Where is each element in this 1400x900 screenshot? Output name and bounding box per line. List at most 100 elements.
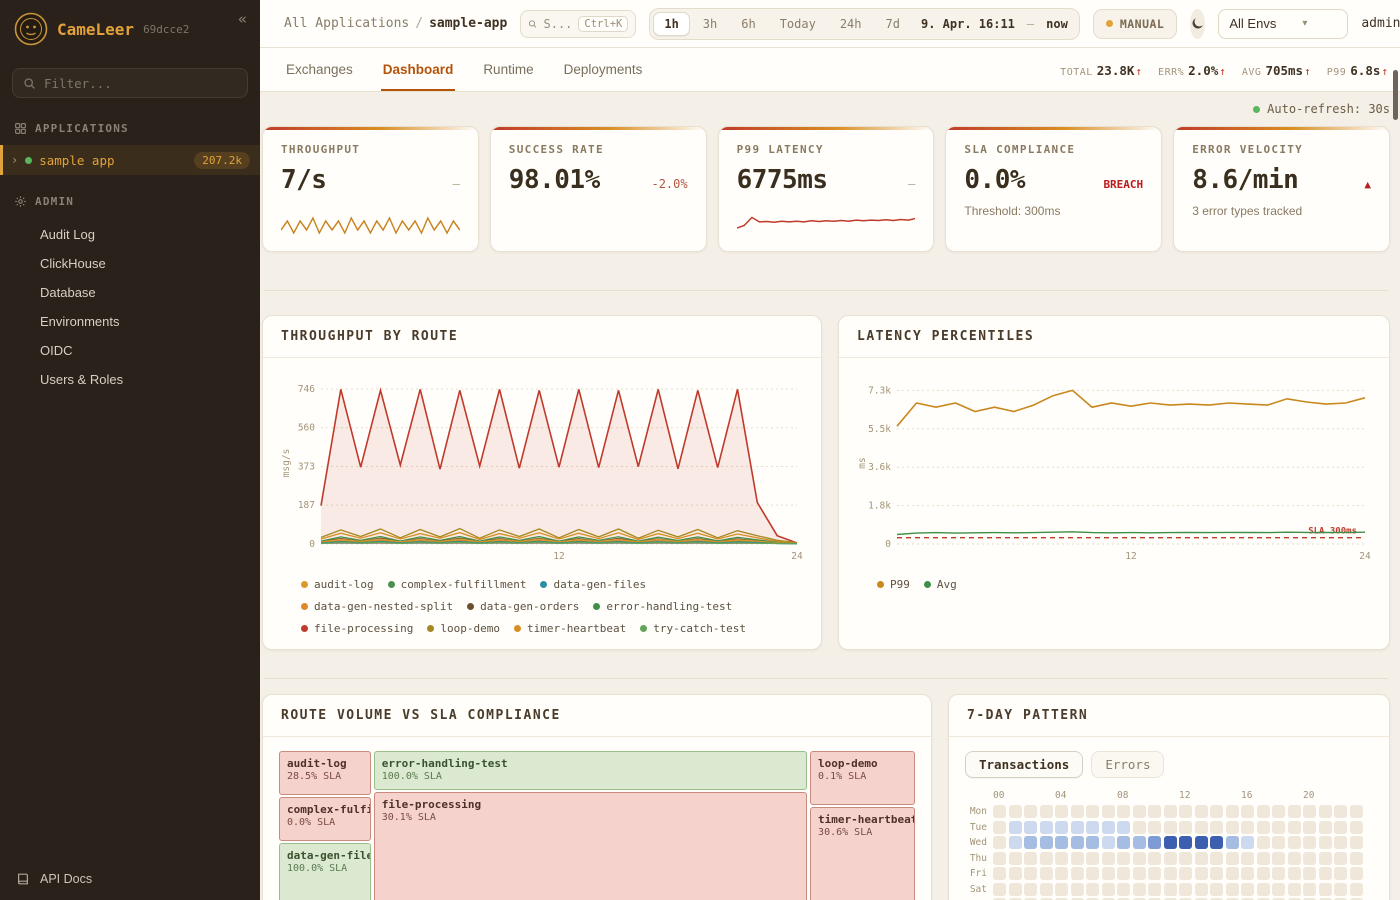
heatmap-cell[interactable] — [1071, 836, 1084, 849]
heatmap-cell[interactable] — [1164, 852, 1177, 865]
sidebar-item-sample-app[interactable]: › sample app 207.2k — [0, 145, 260, 175]
heatmap-cell[interactable] — [1102, 836, 1115, 849]
heatmap-cell[interactable] — [1055, 836, 1068, 849]
heatmap-cell[interactable] — [1086, 821, 1099, 834]
heatmap-cell[interactable] — [1133, 836, 1146, 849]
heatmap-cell[interactable] — [1226, 821, 1239, 834]
treemap-cell-audit-log[interactable]: audit-log28.5% SLA — [279, 751, 371, 795]
heatmap-cell[interactable] — [1303, 836, 1316, 849]
heatmap-cell[interactable] — [1133, 867, 1146, 880]
heatmap-cell[interactable] — [1117, 805, 1130, 818]
heatmap-cell[interactable] — [1241, 883, 1254, 896]
heatmap-cell[interactable] — [1148, 805, 1161, 818]
heatmap-cell[interactable] — [993, 852, 1006, 865]
treemap-cell-loop-demo[interactable]: loop-demo0.1% SLA — [810, 751, 915, 805]
heatmap-cell[interactable] — [1334, 852, 1347, 865]
legend-item-complex-fulfillment[interactable]: complex-fulfillment — [388, 578, 527, 591]
heatmap-cell[interactable] — [1195, 805, 1208, 818]
heatmap-cell[interactable] — [1117, 836, 1130, 849]
heatmap-cell[interactable] — [1133, 883, 1146, 896]
heatmap-cell[interactable] — [1350, 852, 1363, 865]
heatmap-cell[interactable] — [1288, 852, 1301, 865]
heatmap-cell[interactable] — [1179, 867, 1192, 880]
heatmap-cell[interactable] — [1071, 867, 1084, 880]
legend-item-timer-heartbeat[interactable]: timer-heartbeat — [514, 622, 626, 635]
heatmap-cell[interactable] — [1195, 883, 1208, 896]
heatmap-cell[interactable] — [1272, 852, 1285, 865]
sidebar-item-api-docs[interactable]: API Docs — [0, 858, 260, 900]
heatmap-cell[interactable] — [1257, 805, 1270, 818]
heatmap-cell[interactable] — [1009, 852, 1022, 865]
heatmap-cell[interactable] — [1164, 805, 1177, 818]
heatmap-cell[interactable] — [1164, 883, 1177, 896]
heatmap-cell[interactable] — [1257, 852, 1270, 865]
time-range-3h[interactable]: 3h — [692, 12, 728, 36]
treemap-cell-complex-fulfil[interactable]: complex-fulfil...0.0% SLA — [279, 797, 371, 840]
heatmap-cell[interactable] — [1226, 883, 1239, 896]
sidebar-item-users-roles[interactable]: Users & Roles — [0, 365, 260, 394]
legend-item-try-catch-test[interactable]: try-catch-test — [640, 622, 746, 635]
heatmap-cell[interactable] — [1334, 867, 1347, 880]
heatmap-cell[interactable] — [1257, 836, 1270, 849]
heatmap-cell[interactable] — [1210, 805, 1223, 818]
heatmap-cell[interactable] — [1272, 821, 1285, 834]
treemap-cell-error-handling-test[interactable]: error-handling-test100.0% SLA — [374, 751, 807, 790]
heatmap-cell[interactable] — [1257, 883, 1270, 896]
heatmap-cell[interactable] — [1210, 852, 1223, 865]
heatmap-cell[interactable] — [1009, 821, 1022, 834]
heatmap-cell[interactable] — [1086, 883, 1099, 896]
heatmap-cell[interactable] — [1071, 821, 1084, 834]
sidebar-collapse-button[interactable]: « — [238, 10, 247, 28]
heatmap-cell[interactable] — [1040, 867, 1053, 880]
heatmap-cell[interactable] — [1257, 867, 1270, 880]
heatmap-cell[interactable] — [1195, 867, 1208, 880]
heatmap-cell[interactable] — [1024, 836, 1037, 849]
heatmap-cell[interactable] — [1319, 821, 1332, 834]
heatmap-cell[interactable] — [1241, 805, 1254, 818]
heatmap-cell[interactable] — [1288, 867, 1301, 880]
manual-refresh-button[interactable]: MANUAL — [1093, 9, 1178, 39]
heatmap-cell[interactable] — [993, 836, 1006, 849]
heatmap-cell[interactable] — [1241, 852, 1254, 865]
heatmap-cell[interactable] — [1179, 883, 1192, 896]
heatmap-cell[interactable] — [1272, 836, 1285, 849]
heatmap-cell[interactable] — [1086, 805, 1099, 818]
heatmap-cell[interactable] — [1133, 821, 1146, 834]
heatmap-cell[interactable] — [1241, 836, 1254, 849]
heatmap-cell[interactable] — [1009, 805, 1022, 818]
heatmap-cell[interactable] — [1071, 805, 1084, 818]
heatmap-cell[interactable] — [1319, 852, 1332, 865]
heatmap-cell[interactable] — [1102, 867, 1115, 880]
heatmap-cell[interactable] — [1303, 805, 1316, 818]
time-range-6h[interactable]: 6h — [730, 12, 766, 36]
legend-item-data-gen-nested-split[interactable]: data-gen-nested-split — [301, 600, 453, 613]
heatmap-cell[interactable] — [1226, 852, 1239, 865]
heatmap-cell[interactable] — [1009, 836, 1022, 849]
heatmap-cell[interactable] — [1024, 852, 1037, 865]
heatmap-cell[interactable] — [1288, 836, 1301, 849]
breadcrumb-root[interactable]: All Applications — [284, 16, 409, 31]
heatmap-cell[interactable] — [1102, 883, 1115, 896]
heatmap-cell[interactable] — [1055, 821, 1068, 834]
heatmap-cell[interactable] — [1179, 805, 1192, 818]
heatmap-cell[interactable] — [1164, 867, 1177, 880]
date-to-button[interactable]: now — [1038, 13, 1076, 35]
env-select[interactable]: All Envs ▾ — [1218, 9, 1348, 39]
heatmap-cell[interactable] — [1102, 805, 1115, 818]
heatmap-cell[interactable] — [1164, 821, 1177, 834]
heatmap-cell[interactable] — [1024, 867, 1037, 880]
legend-item-loop-demo[interactable]: loop-demo — [427, 622, 500, 635]
heatmap-cell[interactable] — [1117, 883, 1130, 896]
heatmap-cell[interactable] — [1055, 883, 1068, 896]
heatmap-cell[interactable] — [1024, 821, 1037, 834]
heatmap-cell[interactable] — [1226, 836, 1239, 849]
heatmap-cell[interactable] — [1241, 821, 1254, 834]
heatmap-cell[interactable] — [1040, 836, 1053, 849]
heatmap-cell[interactable] — [1210, 836, 1223, 849]
search-input[interactable]: S... Ctrl+K — [520, 10, 636, 38]
heatmap-cell[interactable] — [1148, 852, 1161, 865]
heatmap-cell[interactable] — [1086, 836, 1099, 849]
tab-deployments[interactable]: Deployments — [562, 48, 645, 91]
heatmap-cell[interactable] — [1148, 883, 1161, 896]
heatmap-cell[interactable] — [1334, 805, 1347, 818]
